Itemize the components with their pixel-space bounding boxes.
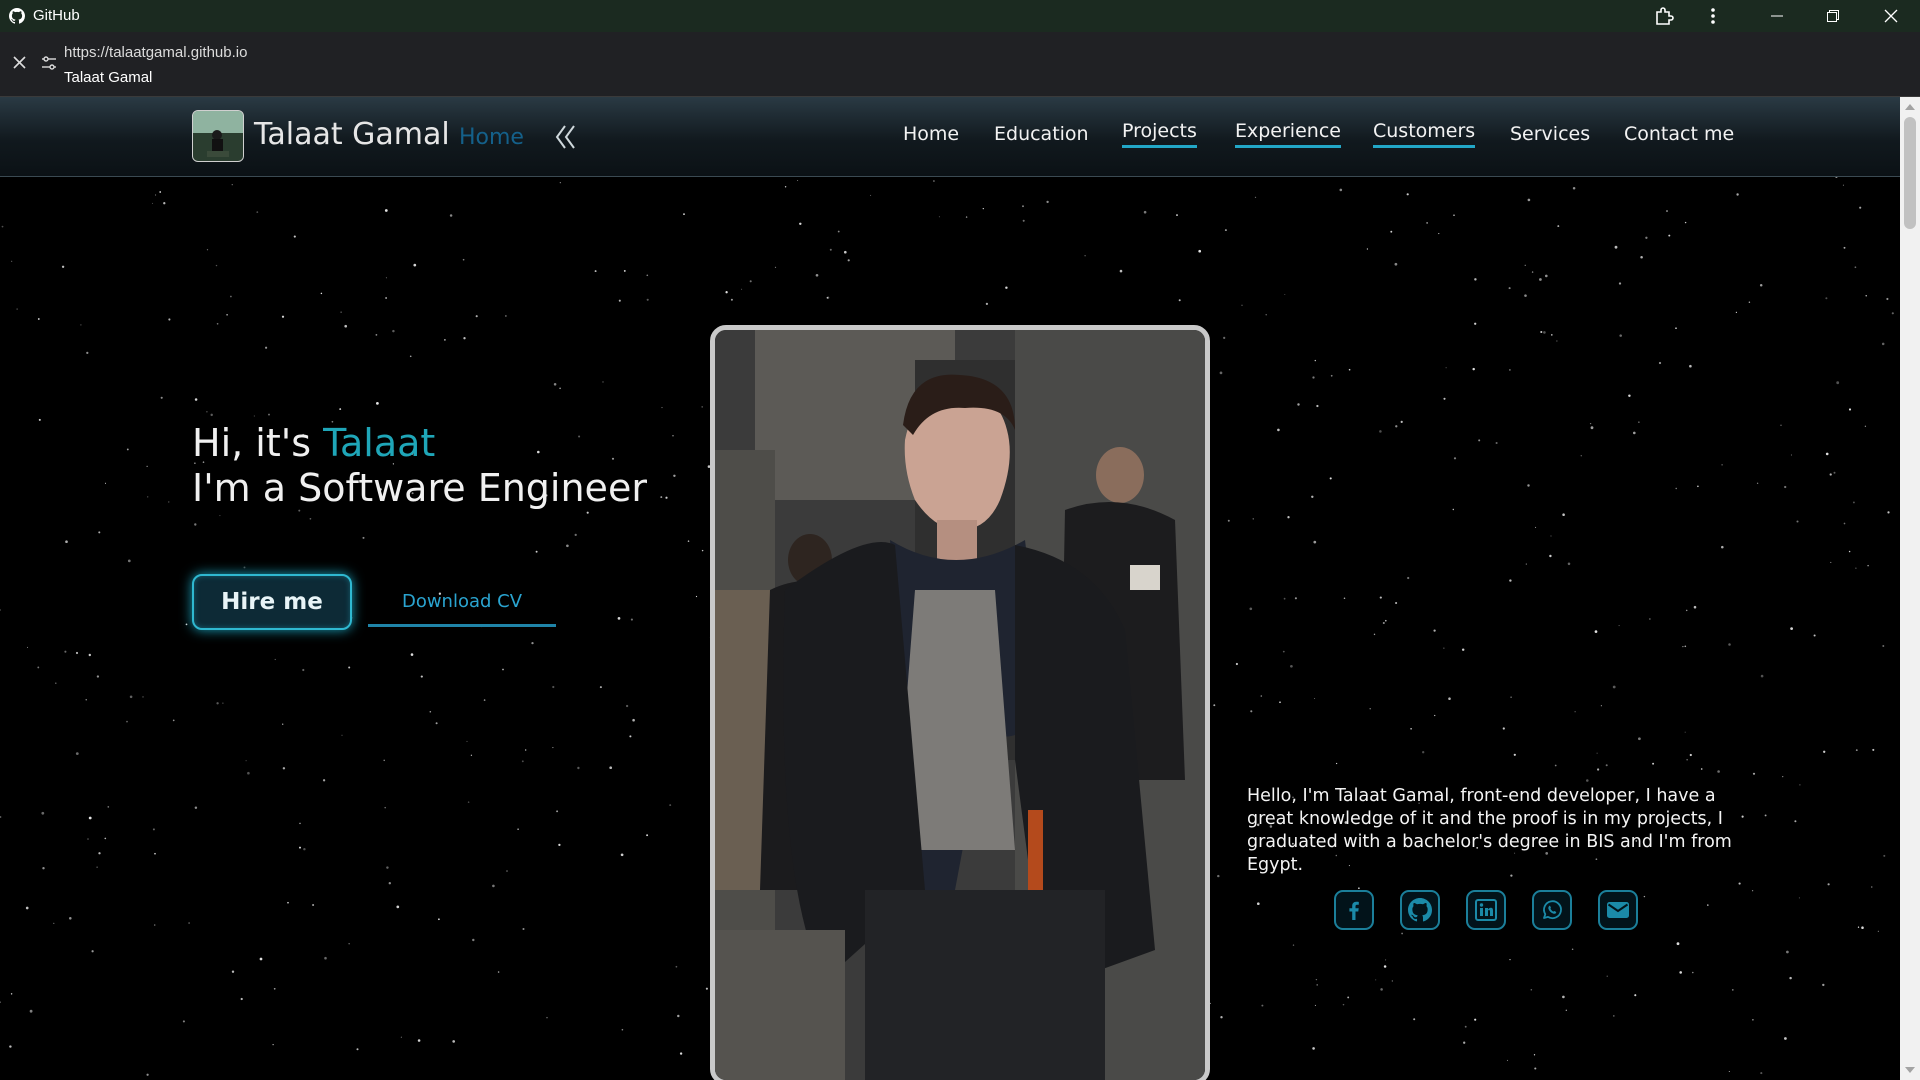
profile-photo (710, 325, 1210, 1080)
url-text[interactable]: https://talaatgamal.github.io (64, 44, 247, 61)
page-title: Talaat Gamal (64, 69, 153, 86)
extensions-icon (1656, 7, 1674, 25)
scrollbar-thumb[interactable] (1904, 117, 1916, 229)
nav-services[interactable]: Services (1510, 123, 1590, 148)
site-settings-icon[interactable] (41, 55, 57, 71)
hero-greeting: Hi, it's Talaat (192, 421, 435, 465)
download-cv-link[interactable]: Download CV (368, 591, 556, 627)
scroll-up-icon[interactable] (1905, 104, 1915, 110)
nav-education[interactable]: Education (994, 123, 1089, 148)
github-logo-icon (9, 8, 25, 24)
email-icon (1607, 902, 1629, 918)
app-title: GitHub (33, 7, 80, 24)
nav-home[interactable]: Home (903, 123, 959, 148)
minimize-icon (1771, 15, 1783, 17)
minimize-button[interactable] (1754, 0, 1800, 32)
nav-customers[interactable]: Customers (1373, 120, 1476, 148)
page-scrollbar[interactable] (1900, 97, 1920, 1080)
app-titlebar: GitHub (0, 0, 1920, 32)
hero-name: Talaat (323, 421, 436, 465)
site-header: Talaat Gamal Home Home Education Project… (0, 97, 1900, 177)
hero-greeting-text: Hi, it's (192, 421, 324, 465)
main-nav: Home Education Projects Experience Custo… (0, 97, 1900, 176)
page-viewport: Talaat Gamal Home Home Education Project… (0, 97, 1900, 1080)
nav-experience[interactable]: Experience (1235, 120, 1341, 148)
profile-photo-image (715, 330, 1205, 1080)
linkedin-icon (1475, 899, 1497, 921)
hire-me-button[interactable]: Hire me (192, 574, 352, 630)
more-options-icon (1711, 8, 1715, 24)
close-window-button[interactable] (1868, 0, 1914, 32)
extensions-button[interactable] (1641, 0, 1687, 32)
about-text: Hello, I'm Talaat Gamal, front-end devel… (1247, 786, 1732, 875)
whatsapp-link[interactable] (1532, 890, 1572, 930)
more-options-button[interactable] (1690, 0, 1736, 32)
scroll-down-icon[interactable] (1905, 1067, 1915, 1073)
restore-button[interactable] (1810, 0, 1856, 32)
close-tab-icon[interactable] (13, 56, 26, 69)
hero-role: I'm a Software Engineer (192, 466, 647, 510)
close-icon (1884, 9, 1898, 23)
linkedin-link[interactable] (1466, 890, 1506, 930)
github-icon (1408, 898, 1432, 922)
facebook-link[interactable] (1334, 890, 1374, 930)
nav-projects[interactable]: Projects (1122, 120, 1197, 148)
nav-contact[interactable]: Contact me (1624, 123, 1734, 148)
restore-icon (1827, 10, 1839, 22)
url-bar: https://talaatgamal.github.io Talaat Gam… (0, 32, 1920, 97)
whatsapp-icon (1543, 900, 1562, 920)
github-link[interactable] (1400, 890, 1440, 930)
facebook-icon (1349, 901, 1359, 920)
email-link[interactable] (1598, 890, 1638, 930)
